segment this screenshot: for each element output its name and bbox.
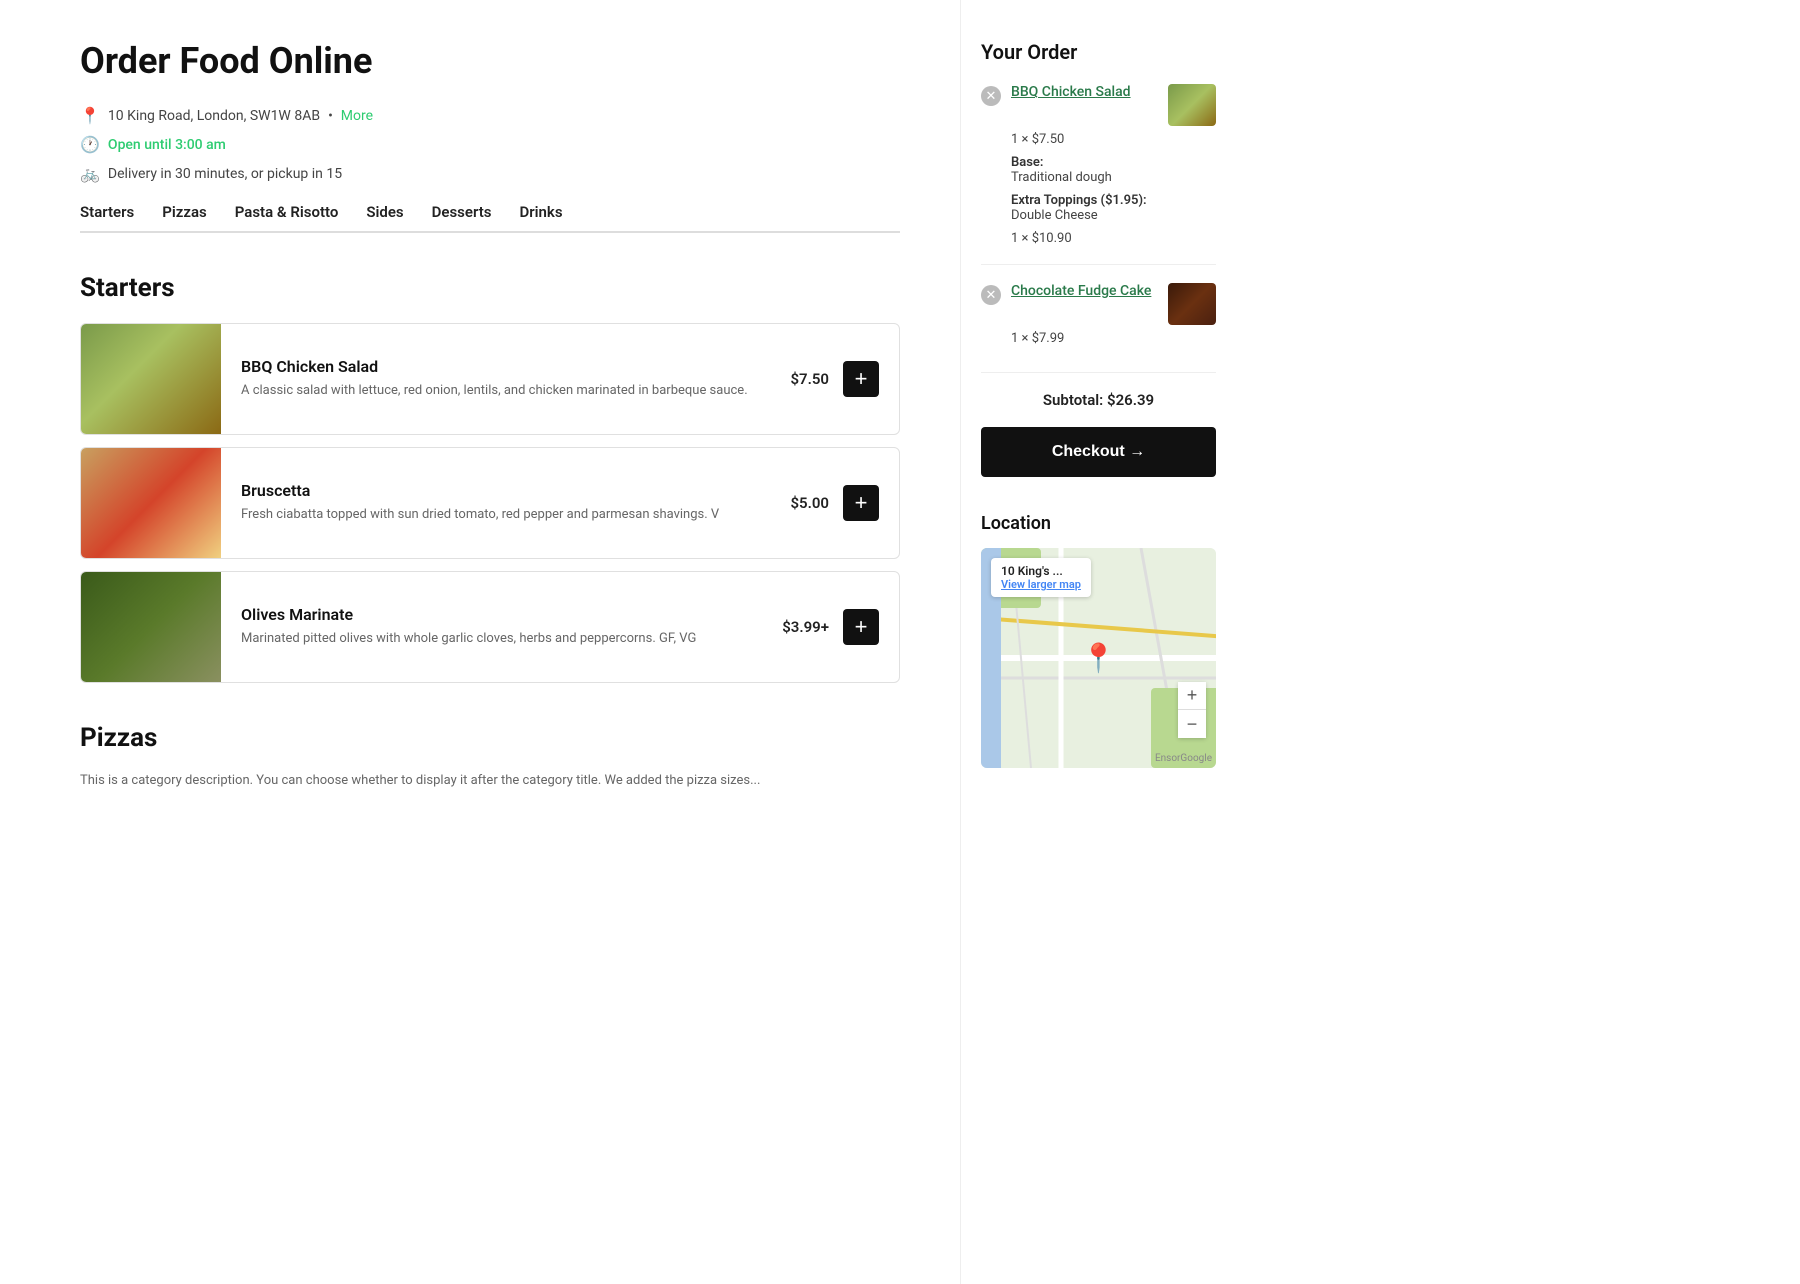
order-title: Your Order (981, 40, 1216, 64)
map-address-label: 10 King's ... View larger map (991, 558, 1091, 597)
bruscetta-right: $5.00 + (790, 485, 899, 521)
starters-section: Starters BBQ Chicken Salad A classic sal… (80, 273, 900, 683)
olives-marinate-body: Olives Marinate Marinated pitted olives … (221, 589, 782, 664)
olives-marinate-name: Olives Marinate (241, 605, 766, 624)
tab-pasta[interactable]: Pasta & Risotto (235, 203, 339, 233)
starters-title: Starters (80, 273, 900, 303)
pizzas-section: Pizzas This is a category description. Y… (80, 723, 900, 788)
open-status-row: 🕐 Open until 3:00 am (80, 135, 900, 154)
subtotal-label: Subtotal: (1043, 391, 1103, 409)
tab-desserts[interactable]: Desserts (432, 203, 492, 233)
bbq-chicken-salad-desc: A classic salad with lettuce, red onion,… (241, 382, 774, 400)
order-item-bbq-header: ✕ BBQ Chicken Salad (981, 84, 1216, 126)
order-item-bbq-extra-label: Extra Toppings ($1.95): (1011, 193, 1216, 208)
olives-marinate-price: $3.99+ (782, 618, 829, 636)
pizzas-description: This is a category description. You can … (80, 773, 900, 788)
subtotal-row: Subtotal: $26.39 (981, 391, 1216, 409)
order-item-choc-qty: 1 × $7.99 (1011, 331, 1216, 346)
subtotal-value: $26.39 (1107, 391, 1154, 409)
delivery-row: 🚲 Delivery in 30 minutes, or pickup in 1… (80, 164, 900, 183)
map-container: 10 King's ... View larger map 📍 + − Enso… (981, 548, 1216, 768)
category-nav: Starters Pizzas Pasta & Risotto Sides De… (80, 203, 900, 233)
menu-item-bbq-chicken-salad: BBQ Chicken Salad A classic salad with l… (80, 323, 900, 435)
olives-marinate-desc: Marinated pitted olives with whole garli… (241, 630, 766, 648)
checkout-button[interactable]: Checkout → (981, 427, 1216, 477)
bruscetta-body: Bruscetta Fresh ciabatta topped with sun… (221, 465, 790, 540)
order-item-choc-name[interactable]: Chocolate Fudge Cake (1011, 283, 1158, 299)
order-sidebar: Your Order ✕ BBQ Chicken Salad 1 × $7.50… (960, 0, 1240, 1284)
order-item-bbq-name[interactable]: BBQ Chicken Salad (1011, 84, 1158, 100)
order-item-bbq-qty: 1 × $7.50 (1011, 132, 1216, 147)
olives-marinate-right: $3.99+ + (782, 609, 899, 645)
main-content: Order Food Online 📍 10 King Road, London… (0, 0, 960, 1284)
bruscetta-desc: Fresh ciabatta topped with sun dried tom… (241, 506, 774, 524)
menu-item-bruscetta: Bruscetta Fresh ciabatta topped with sun… (80, 447, 900, 559)
add-bbq-chicken-salad-button[interactable]: + (843, 361, 879, 397)
separator: • (328, 108, 333, 124)
map-larger-link[interactable]: View larger map (1001, 578, 1081, 591)
remove-choc-button[interactable]: ✕ (981, 285, 1001, 305)
order-item-bbq-total: 1 × $10.90 (1011, 231, 1216, 246)
add-olives-marinate-button[interactable]: + (843, 609, 879, 645)
order-item-bbq-base-value: Traditional dough (1011, 170, 1216, 185)
order-item-choc: ✕ Chocolate Fudge Cake 1 × $7.99 (981, 283, 1216, 373)
google-logo: EnsorGoogle (1155, 753, 1212, 764)
bbq-chicken-salad-price: $7.50 (790, 370, 829, 388)
map-zoom-in-button[interactable]: + (1178, 682, 1206, 710)
order-item-bbq-extra-value: Double Cheese (1011, 208, 1216, 223)
order-item-bbq-base-label: Base: (1011, 155, 1216, 170)
location-title: Location (981, 513, 1216, 534)
bbq-chicken-salad-name: BBQ Chicken Salad (241, 357, 774, 376)
tab-pizzas[interactable]: Pizzas (162, 203, 206, 233)
more-link[interactable]: More (341, 108, 373, 124)
tab-sides[interactable]: Sides (366, 203, 403, 233)
bbq-chicken-salad-right: $7.50 + (790, 361, 899, 397)
address-row: 📍 10 King Road, London, SW1W 8AB • More (80, 106, 900, 125)
olives-marinate-image (81, 572, 221, 682)
order-item-choc-thumb (1168, 283, 1216, 325)
tab-drinks[interactable]: Drinks (519, 203, 562, 233)
bruscetta-image (81, 448, 221, 558)
location-icon: 📍 (80, 106, 100, 125)
remove-bbq-button[interactable]: ✕ (981, 86, 1001, 106)
location-section: Location (981, 513, 1216, 768)
pizzas-title: Pizzas (80, 723, 900, 753)
menu-item-olives-marinate: Olives Marinate Marinated pitted olives … (80, 571, 900, 683)
map-pin: 📍 (1081, 642, 1116, 675)
delivery-icon: 🚲 (80, 164, 100, 183)
map-address-text: 10 King's ... (1001, 564, 1081, 578)
bruscetta-name: Bruscetta (241, 481, 774, 500)
order-item-bbq-thumb (1168, 84, 1216, 126)
open-status: Open until 3:00 am (108, 137, 226, 153)
add-bruscetta-button[interactable]: + (843, 485, 879, 521)
order-item-choc-header: ✕ Chocolate Fudge Cake (981, 283, 1216, 325)
map-zoom-out-button[interactable]: − (1178, 710, 1206, 738)
order-item-bbq: ✕ BBQ Chicken Salad 1 × $7.50 Base: Trad… (981, 84, 1216, 265)
bbq-chicken-salad-image (81, 324, 221, 434)
page-title: Order Food Online (80, 40, 900, 82)
delivery-info: Delivery in 30 minutes, or pickup in 15 (108, 166, 342, 182)
tab-starters[interactable]: Starters (80, 203, 134, 233)
bbq-chicken-salad-body: BBQ Chicken Salad A classic salad with l… (221, 341, 790, 416)
clock-icon: 🕐 (80, 135, 100, 154)
map-zoom-controls: + − (1178, 682, 1206, 738)
bruscetta-price: $5.00 (790, 494, 829, 512)
restaurant-address: 10 King Road, London, SW1W 8AB (108, 108, 320, 124)
